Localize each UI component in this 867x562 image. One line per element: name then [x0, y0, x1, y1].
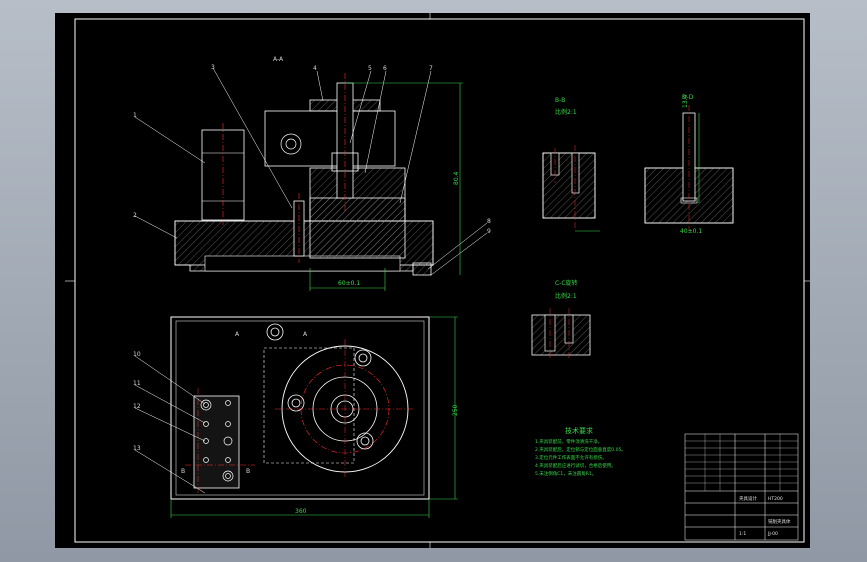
section-cc-scale: 比例2:1 — [555, 292, 577, 300]
dim-aa-height: 80.4 — [453, 171, 460, 185]
section-bb-label: B-B — [555, 97, 565, 104]
svg-text:1: 1 — [133, 112, 137, 119]
inner-border — [74, 18, 805, 543]
section-bb-view: B-B 比例2:1 — [542, 97, 600, 232]
svg-text:11: 11 — [133, 380, 141, 387]
svg-text:12: 12 — [133, 403, 141, 410]
tech-req-line: 3.定位元件工作表面不允许有损伤。 — [535, 454, 607, 461]
plan-view: 10 11 12 13 A A B B 360 250 — [133, 316, 459, 518]
section-bb-scale: 比例2:1 — [555, 108, 577, 116]
svg-text:5: 5 — [368, 65, 372, 72]
marker-b-right: B — [246, 468, 250, 475]
dim-plan-height: 250 — [452, 404, 459, 416]
tech-req-line: 4.夹具装配后应进行试切，合格后使用。 — [535, 462, 616, 469]
title-drawing-no: JJ-00 — [767, 531, 778, 537]
tech-req-title: 技术要求 — [565, 426, 593, 435]
tech-req-line: 1.夹具装配前，零件须清洗干净。 — [535, 438, 602, 445]
tech-req-line: 2.夹具装配后，定位销与定位面垂直度0.05。 — [535, 446, 626, 453]
svg-text:13: 13 — [133, 445, 141, 452]
drawing-sheet: A-A 1 2 3 4 5 6 7 8 9 80.4 60±0.1 10 11 … — [55, 13, 810, 548]
dim-dd-height: 13.4 — [682, 94, 689, 108]
svg-text:8: 8 — [487, 218, 491, 225]
engineering-drawing: A-A 12 3 4 5 6 789 80.4 60±0.1 10111213 … — [65, 13, 810, 548]
tech-req-line: 5.未注倒角C1，未注圆角R1。 — [535, 470, 596, 477]
section-cc-view: C-C旋转 比例2:1 — [531, 279, 591, 358]
title-scale: 1:1 — [739, 531, 746, 537]
marker-a-left: A — [235, 331, 240, 338]
title-material: HT200 — [768, 496, 783, 502]
marker-b-left: B — [181, 468, 185, 475]
cad-viewport[interactable]: A-A 1 2 3 4 5 6 7 8 9 80.4 60±0.1 10 11 … — [0, 0, 867, 562]
dim-plan-width: 360 — [295, 508, 307, 515]
tech-requirements: 技术要求 1.夹具装配前，零件须清洗干净。 2.夹具装配后，定位销与定位面垂直度… — [535, 426, 626, 477]
svg-text:7: 7 — [429, 65, 433, 72]
marker-a-right: A — [303, 331, 308, 338]
title-company: 夹具设计 — [739, 495, 757, 502]
section-cc-label: C-C旋转 — [555, 279, 578, 287]
svg-text:3: 3 — [211, 64, 215, 71]
section-aa-view: A-A 12 3 4 5 6 789 80.4 60±0.1 — [133, 56, 491, 291]
svg-text:4: 4 — [313, 65, 317, 72]
svg-text:2: 2 — [133, 212, 137, 219]
dim-dd-bottom: 40±0.1 — [680, 228, 702, 235]
svg-text:9: 9 — [487, 228, 491, 235]
section-aa-label: A-A — [273, 56, 284, 63]
svg-text:10: 10 — [133, 351, 141, 358]
dim-aa-width: 60±0.1 — [338, 280, 360, 287]
section-dd-view: D-D 13.4 40±0.1 — [644, 94, 734, 235]
title-part-name: 铣削夹具体 — [768, 518, 791, 525]
svg-text:6: 6 — [383, 65, 387, 72]
